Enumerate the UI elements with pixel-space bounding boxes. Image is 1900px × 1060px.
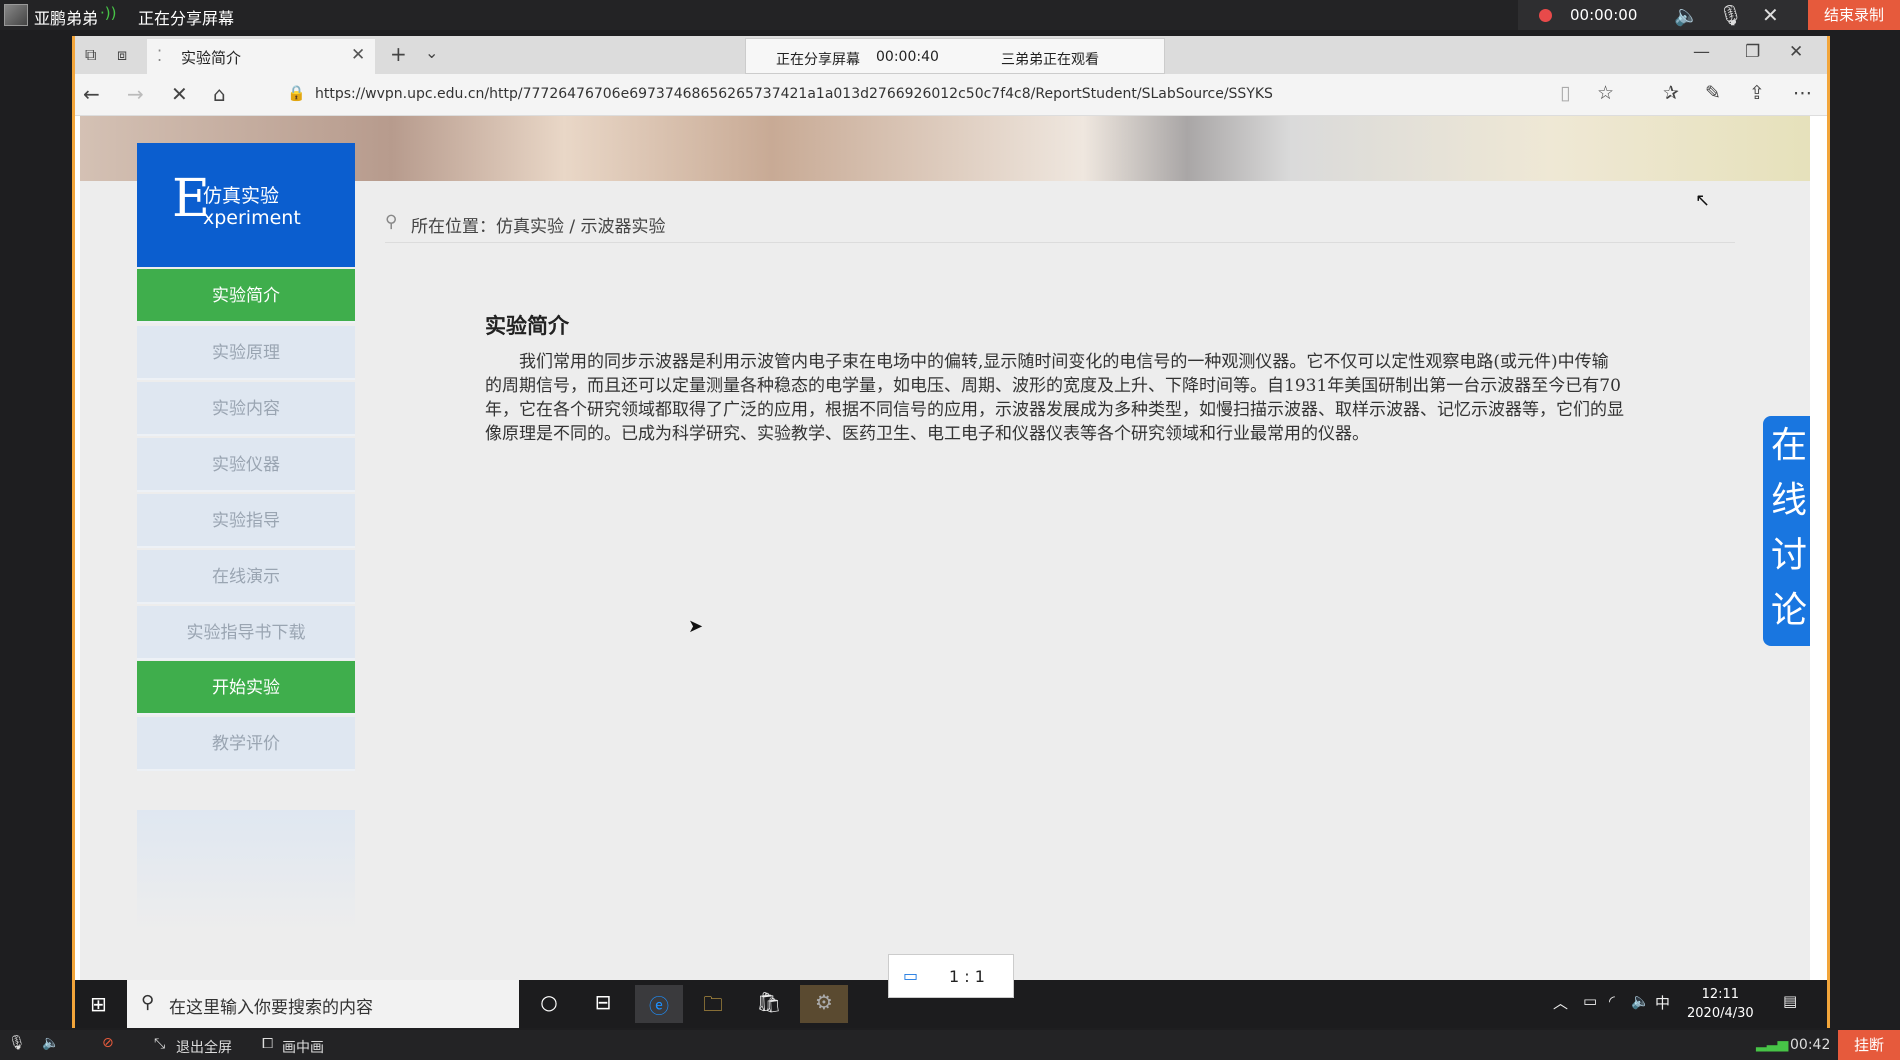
meeting-bottom-bar: 🎙 🔈 ⊘ ⤡ 退出全屏 ⧠ 画中画 ▂▃▅ 00:42 挂断 [0,1030,1900,1060]
discussion-char: 线 [1770,480,1807,521]
minimize-icon[interactable]: — [1693,42,1710,62]
address-bar: ← → ✕ ⌂ 🔒 https://wvpn.upc.edu.cn/http/7… [75,74,1827,116]
file-explorer-icon[interactable]: 🗀 [689,990,737,1024]
end-record-button[interactable]: 结束录制 [1808,0,1900,30]
ratio-label: 1 : 1 [949,967,985,986]
pip-button[interactable]: 画中画 [282,1037,324,1057]
chevron-down-icon[interactable]: ⌄ [425,43,438,62]
hangup-button[interactable]: 挂断 [1838,1030,1900,1060]
forward-icon[interactable]: → [127,82,144,106]
taskbar-clock[interactable]: 12:11 2020/4/30 [1687,985,1754,1023]
sidebar-item-guide[interactable]: 实验指导 [137,494,355,548]
restore-icon[interactable]: ❐ [1745,42,1760,62]
share-indicator-time: 00:00:40 [876,49,939,65]
tab-title: 实验简介 [181,49,242,67]
tab-active[interactable]: ⁚ 实验简介 ✕ [147,39,375,74]
microphone-icon[interactable]: 🎙 [1718,3,1743,27]
exit-fullscreen-icon[interactable]: ⤡ [154,1036,165,1052]
sidebar-item-evaluation[interactable]: 教学评价 [137,717,355,771]
microphone-icon[interactable]: 🎙 [8,1035,26,1051]
breadcrumb-divider [385,242,1735,243]
signal-icon: ▂▃▅ [1756,1036,1789,1052]
pen-icon[interactable]: ✎ [1705,82,1721,104]
ratio-control[interactable]: ▭ 1 : 1 [888,954,1014,998]
elapsed-time: 00:42 [1790,1037,1831,1053]
reading-view-icon[interactable]: ▯ [1560,82,1570,104]
home-icon[interactable]: ⌂ [213,82,226,106]
user-avatar [4,4,28,26]
record-dot-icon [1539,9,1552,22]
web-page: E 仿真实验 xperiment 实验简介 实验原理 实验内容 实验仪器 实验指… [75,116,1810,1022]
clock-time: 12:11 [1701,987,1740,1002]
sidebar-item-principle[interactable]: 实验原理 [137,326,355,380]
browser-window: ⧉ ⧈ ⁚ 实验简介 ✕ + ⌄ 正在分享屏幕 00:00:40 三弟弟正在观看… [72,36,1830,1028]
more-icon[interactable]: ⋯ [1793,82,1812,104]
share-indicator-label: 正在分享屏幕 [776,52,860,68]
pip-icon[interactable]: ⧠ [262,1036,273,1052]
mouse-pointer-icon: ➤ [688,616,704,637]
share-indicator-viewer: 三弟弟正在观看 [1001,52,1099,68]
stop-icon[interactable]: ✕ [171,82,188,106]
exit-fullscreen-button[interactable]: 退出全屏 [176,1037,232,1057]
tab-actions-icon[interactable]: ⧉ [85,45,96,65]
clock-date: 2020/4/30 [1687,1006,1754,1021]
camera-off-icon[interactable]: ⊘ [102,1035,114,1051]
favorite-star-icon[interactable]: ☆ [1597,82,1614,104]
store-icon[interactable]: 🛍 [745,990,793,1014]
record-time: 00:00:00 [1570,6,1638,24]
discussion-char: 在 [1770,425,1807,466]
loading-icon: ⁚ [157,46,163,65]
search-icon: ⚲ [141,992,155,1013]
close-icon[interactable]: ✕ [1762,3,1779,27]
window-close-icon[interactable]: ✕ [1789,42,1803,62]
new-tab-icon[interactable]: + [390,42,407,66]
share-indicator: 正在分享屏幕 00:00:40 三弟弟正在观看 [745,38,1165,74]
set-aside-tabs-icon[interactable]: ⧈ [117,45,127,65]
logo-line2: xperiment [203,207,301,229]
lock-icon: 🔒 [287,84,306,102]
tab-close-icon[interactable]: ✕ [351,45,365,65]
discussion-char: 论 [1770,590,1807,631]
sidebar-item-demo[interactable]: 在线演示 [137,550,355,604]
article-body: 我们常用的同步示波器是利用示波管内电子束在电场中的偏转,显示随时间变化的电信号的… [485,352,1624,444]
search-placeholder: 在这里输入你要搜索的内容 [169,998,373,1018]
breadcrumb: 所在位置：仿真实验 / 示波器实验 [411,217,666,237]
speaker-icon[interactable]: 🔈 [42,1035,59,1051]
sidebar-fade [137,810,355,930]
sidebar-item-intro[interactable]: 实验简介 [137,269,355,323]
speaker-icon[interactable]: 🔈 [1674,3,1699,27]
user-name: 亚鹏弟弟 [34,9,99,28]
battery-icon[interactable]: ▭ [1583,992,1597,1010]
taskbar-search-box[interactable]: ⚲ 在这里输入你要搜索的内容 [127,980,519,1028]
logo-line1: 仿真实验 [203,185,280,207]
share-icon[interactable]: ⇪ [1749,82,1765,104]
tab-bar: ⧉ ⧈ ⁚ 实验简介 ✕ + ⌄ 正在分享屏幕 00:00:40 三弟弟正在观看… [75,36,1827,74]
task-view-icon[interactable]: ⊟ [579,990,627,1014]
url-field[interactable]: https://wvpn.upc.edu.cn/http/77726476706… [315,86,1273,102]
tray-expand-icon[interactable]: ︿ [1553,992,1568,1013]
screen-icon: ▭ [903,966,919,985]
notification-icon[interactable]: ▤ [1783,992,1797,1010]
mouse-cursor-icon: ↖ [1695,190,1711,211]
cortana-icon[interactable]: ○ [525,990,573,1014]
favorites-hub-icon[interactable]: ✰ [1663,82,1679,104]
sidebar-item-download[interactable]: 实验指导书下载 [137,606,355,660]
volume-icon[interactable]: 🔈 [1631,992,1650,1010]
sidebar-item-instruments[interactable]: 实验仪器 [137,438,355,492]
back-icon[interactable]: ← [83,82,100,106]
location-pin-icon: ⚲ [385,212,398,232]
edge-browser-icon[interactable]: ⓔ [635,985,683,1023]
sharing-status: 正在分享屏幕 [138,9,235,28]
online-discussion-tab[interactable]: 在 线 讨 论 [1763,416,1810,646]
discussion-char: 讨 [1770,535,1807,576]
article-title: 实验简介 [485,313,569,338]
start-experiment-button[interactable]: 开始实验 [137,661,355,715]
audio-wave-icon: ·)) [100,4,117,22]
windows-start-icon[interactable]: ⊞ [90,992,107,1016]
wifi-icon[interactable]: ◜ [1609,992,1615,1010]
app-icon[interactable]: ⚙ [800,985,848,1023]
experiment-logo: E 仿真实验 xperiment [137,143,355,267]
sidebar-item-content[interactable]: 实验内容 [137,382,355,436]
ime-indicator[interactable]: 中 [1655,992,1670,1013]
